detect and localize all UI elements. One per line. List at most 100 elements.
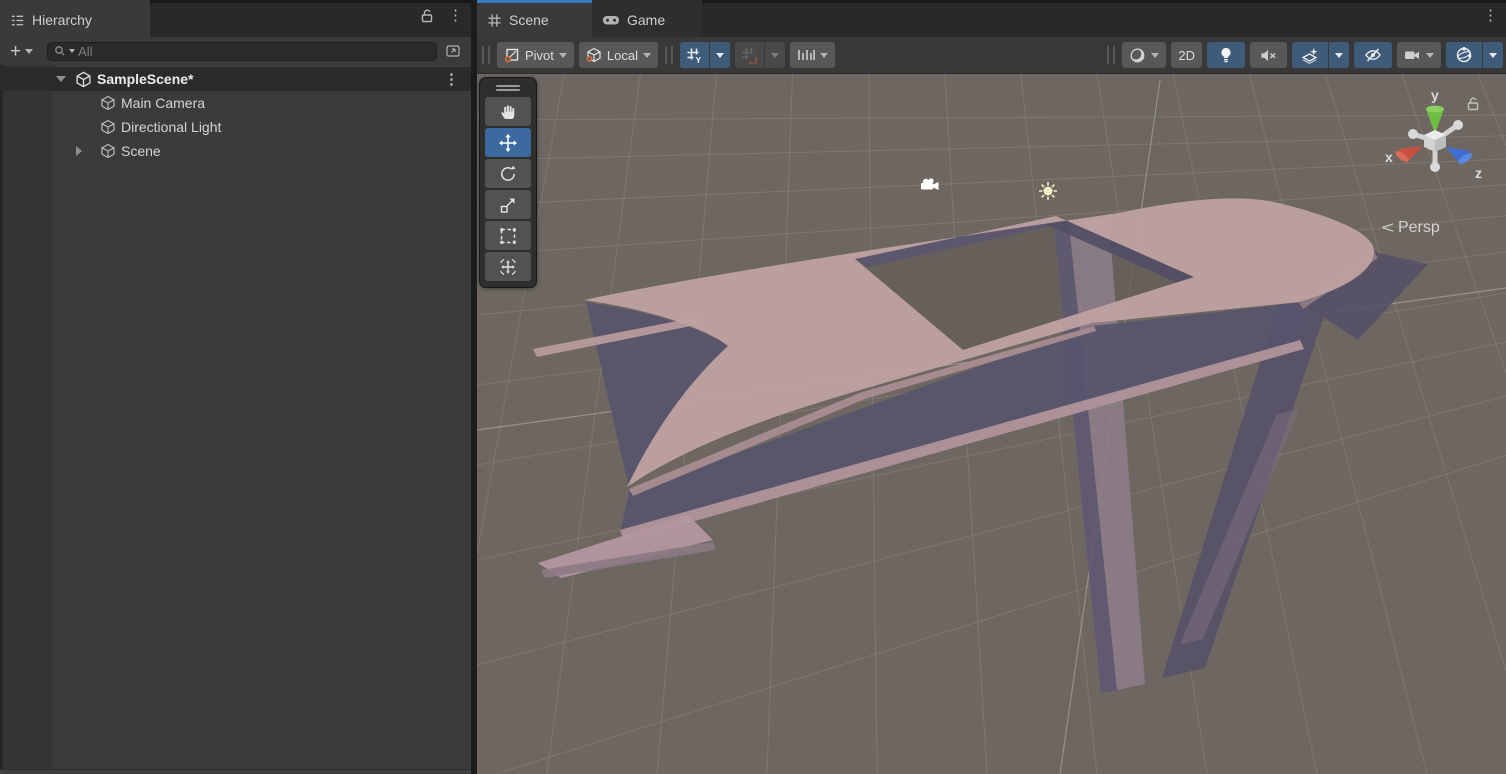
hierarchy-tab-label: Hierarchy: [32, 12, 92, 28]
hierarchy-bottom-bar: [0, 769, 471, 774]
foldout-open-icon[interactable]: [56, 76, 66, 82]
transform-tool-button[interactable]: [485, 252, 531, 281]
sun-gizmo-icon[interactable]: [1039, 182, 1057, 200]
magnet-snap-icon: [741, 47, 758, 64]
effects-dropdown[interactable]: [1329, 42, 1349, 68]
plus-icon: +: [10, 42, 21, 61]
audio-button[interactable]: [1250, 42, 1287, 68]
grid-snap-letter: Y: [695, 55, 701, 64]
tool-palette: [479, 77, 537, 288]
tab-hierarchy[interactable]: Hierarchy: [0, 0, 150, 37]
search-filter-caret-icon[interactable]: [69, 49, 75, 53]
scene-tab-icon: [487, 13, 502, 28]
move-tool-button[interactable]: [485, 128, 531, 157]
scene-picker-button[interactable]: [441, 41, 465, 61]
picker-icon: [445, 43, 461, 59]
toolbar-group-handle[interactable]: [665, 46, 673, 64]
search-icon: [54, 45, 66, 57]
axis-y-label: y: [1431, 87, 1439, 103]
gizmos-dropdown[interactable]: [1483, 42, 1503, 68]
magnet-snapping-button[interactable]: [735, 42, 764, 68]
axis-x-label: x: [1385, 149, 1393, 165]
hierarchy-row-samplescene[interactable]: SampleScene* ⋮: [0, 67, 471, 91]
viewport-lock-icon[interactable]: [1466, 96, 1480, 111]
search-input[interactable]: [78, 44, 430, 59]
effects-icon: [1301, 47, 1319, 64]
scene-viewport[interactable]: y x z < Persp: [477, 74, 1506, 774]
create-button[interactable]: +: [6, 42, 37, 61]
toolbar-group-handle[interactable]: [1107, 46, 1115, 64]
hierarchy-search-field[interactable]: [47, 42, 437, 61]
game-tab-label: Game: [627, 12, 665, 28]
axis-y-cone[interactable]: [1426, 106, 1444, 134]
scale-tool-button[interactable]: [485, 190, 531, 219]
hierarchy-item-label: Directional Light: [121, 119, 221, 135]
scene-panel: Scene Game ⋮: [477, 0, 1506, 774]
lighting-icon: [1219, 47, 1233, 64]
scene-asset-icon: [75, 71, 92, 88]
rect-tool-button[interactable]: [485, 221, 531, 250]
scene-visibility-button[interactable]: [1354, 42, 1392, 68]
view-tool-icon: [499, 103, 517, 121]
increment-snap-button[interactable]: [790, 42, 835, 68]
hierarchy-item-label: Main Camera: [121, 95, 205, 111]
magnet-snapping-dropdown[interactable]: [765, 42, 785, 68]
scene-lighting-button[interactable]: [1207, 42, 1245, 68]
chevron-down-icon: [25, 49, 33, 54]
hierarchy-tab-icon: [10, 13, 25, 28]
hierarchy-row-directional-light[interactable]: Directional Light: [0, 115, 471, 139]
gameobject-cube-icon: [100, 119, 116, 135]
increment-snap-icon: [797, 47, 815, 63]
transform-tool-icon: [498, 257, 518, 277]
chevron-down-icon: [1426, 53, 1434, 58]
table-model[interactable]: [533, 198, 1428, 693]
camera-gizmo-icon[interactable]: [921, 178, 939, 190]
hierarchy-row-main-camera[interactable]: Main Camera: [0, 91, 471, 115]
pivot-icon: [504, 47, 520, 63]
hierarchy-item-label: Scene: [121, 143, 161, 159]
mode-2d-button[interactable]: 2D: [1171, 42, 1202, 68]
lock-icon[interactable]: [420, 8, 434, 23]
axis-x-cone[interactable]: [1394, 146, 1423, 164]
axis-z-cone[interactable]: [1446, 147, 1474, 166]
visibility-icon: [1364, 47, 1382, 63]
gizmos-button[interactable]: [1446, 42, 1482, 68]
gameobject-cube-icon: [100, 143, 116, 159]
toolbar-drag-handle[interactable]: [482, 46, 490, 64]
foldout-collapsed-icon[interactable]: [76, 146, 82, 156]
orientation-button[interactable]: Local: [579, 42, 658, 68]
game-tab-icon: [602, 13, 620, 27]
rotate-tool-button[interactable]: [485, 159, 531, 188]
shading-mode-icon: [1129, 47, 1146, 64]
rect-tool-icon: [498, 226, 518, 246]
projection-toggle[interactable]: < Persp: [1383, 218, 1440, 238]
hierarchy-panel: Hierarchy ⋮ +: [0, 0, 471, 774]
mode-2d-label: 2D: [1178, 48, 1195, 63]
scale-tool-icon: [498, 195, 518, 215]
local-icon: [586, 47, 602, 63]
scene-toolbar: Pivot Local Y: [477, 37, 1506, 74]
unity-editor-window: Hierarchy ⋮ +: [0, 0, 1506, 774]
effects-button[interactable]: [1292, 42, 1328, 68]
shading-mode-button[interactable]: [1122, 42, 1166, 68]
grid-snapping-button[interactable]: Y: [680, 42, 709, 68]
camera-settings-icon: [1404, 48, 1421, 62]
hierarchy-row-scene[interactable]: Scene: [0, 139, 471, 163]
tab-game[interactable]: Game: [592, 0, 702, 37]
view-tool-button[interactable]: [485, 97, 531, 126]
scene-tab-label: Scene: [509, 12, 549, 28]
camera-settings-button[interactable]: [1397, 42, 1441, 68]
scene-panel-kebab-icon[interactable]: ⋮: [1483, 8, 1498, 23]
chevron-down-icon: [1151, 53, 1159, 58]
gameobject-cube-icon: [100, 95, 116, 111]
pivot-mode-button[interactable]: Pivot: [497, 42, 574, 68]
move-tool-icon: [498, 133, 518, 153]
scene-tabbar: Scene Game ⋮: [477, 0, 1506, 37]
tab-scene[interactable]: Scene: [477, 0, 592, 37]
hierarchy-tabbar: Hierarchy ⋮: [0, 0, 471, 37]
persp-arrow-icon: <: [1382, 218, 1395, 238]
palette-drag-handle[interactable]: [485, 83, 531, 93]
scene-header-kebab-icon[interactable]: ⋮: [444, 72, 459, 87]
hierarchy-kebab-icon[interactable]: ⋮: [448, 8, 463, 23]
grid-snapping-dropdown[interactable]: [710, 42, 730, 68]
